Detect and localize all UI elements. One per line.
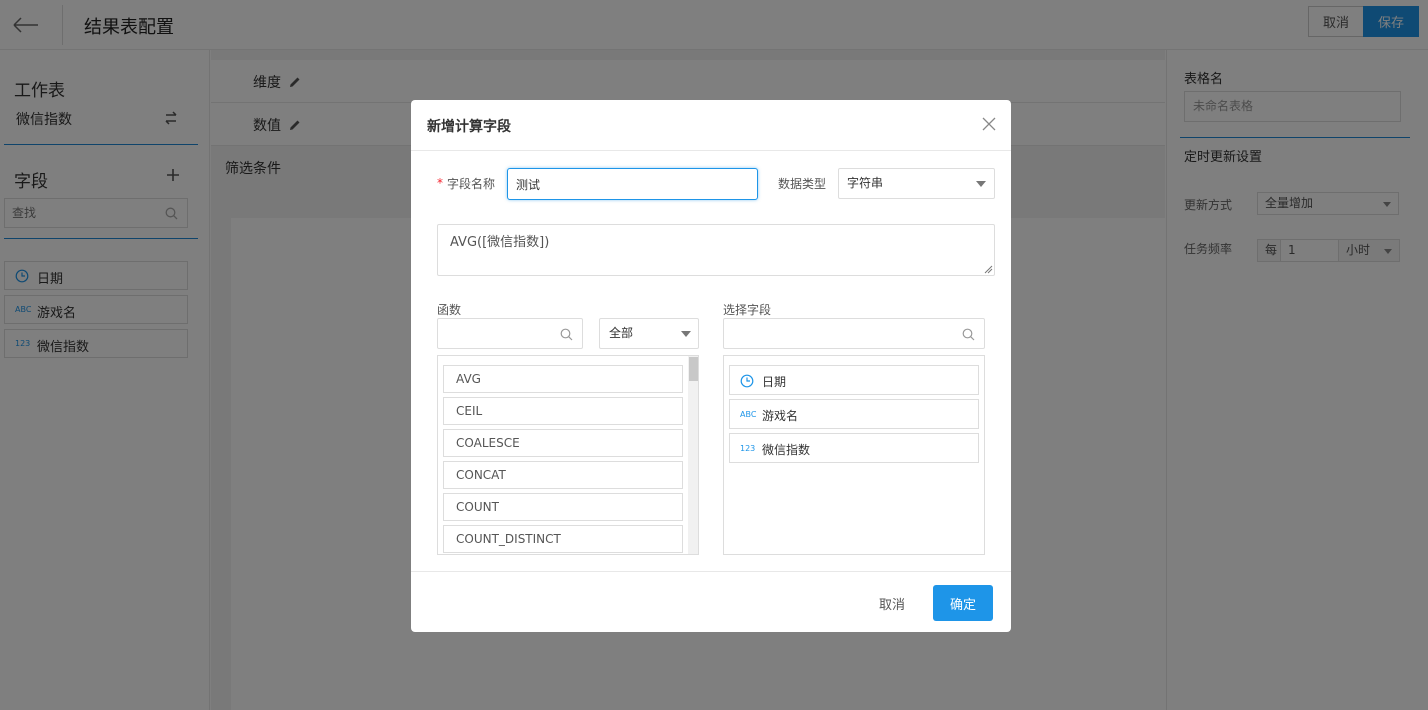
field-name-input[interactable] xyxy=(507,168,758,200)
function-item-coalesce[interactable]: COALESCE xyxy=(443,429,683,457)
select-field-label: 选择字段 xyxy=(723,303,772,317)
dialog-cancel-button[interactable]: 取消 xyxy=(867,586,917,620)
dialog-title: 新增计算字段 xyxy=(427,119,511,135)
field-name-label: 字段名称 xyxy=(447,177,496,191)
field-label: 日期 xyxy=(762,375,787,389)
dialog-footer: 取消 确定 xyxy=(411,571,1011,632)
select-field-item-wechat-index[interactable]: 123 微信指数 xyxy=(729,433,979,463)
data-type-value: 字符串 xyxy=(847,176,884,190)
function-item-count-distinct[interactable]: COUNT_DISTINCT xyxy=(443,525,683,553)
resize-handle-icon[interactable] xyxy=(984,265,993,274)
dialog-ok-button[interactable]: 确定 xyxy=(933,585,993,621)
functions-label: 函数 xyxy=(437,303,462,317)
scrollbar-thumb[interactable] xyxy=(689,357,698,381)
number-icon: 123 xyxy=(740,444,756,453)
abc-icon: ABC xyxy=(740,410,757,419)
data-type-label: 数据类型 xyxy=(778,177,827,191)
field-label: 微信指数 xyxy=(762,443,811,457)
function-list-scrollbar[interactable] xyxy=(688,356,698,554)
field-search-input[interactable] xyxy=(724,319,954,348)
data-type-select[interactable]: 字符串 xyxy=(838,168,995,199)
function-item-concat[interactable]: CONCAT xyxy=(443,461,683,489)
function-search-input[interactable] xyxy=(438,319,553,348)
clock-icon xyxy=(740,374,754,388)
function-item-count[interactable]: COUNT xyxy=(443,493,683,521)
dialog-header: 新增计算字段 xyxy=(411,100,1011,151)
close-icon[interactable] xyxy=(981,116,997,132)
function-item-ceil[interactable]: CEIL xyxy=(443,397,683,425)
select-field-list: 日期 ABC 游戏名 123 微信指数 xyxy=(723,355,985,555)
function-item-avg[interactable]: AVG xyxy=(443,365,683,393)
function-category-value: 全部 xyxy=(609,326,634,340)
function-search xyxy=(437,318,583,349)
expression-editor[interactable]: AVG([微信指数]) xyxy=(437,224,995,276)
add-calculated-field-dialog: 新增计算字段 * 字段名称 数据类型 字符串 AVG([微信指数]) 函数 选择… xyxy=(411,100,1011,632)
chevron-down-icon xyxy=(976,181,986,187)
search-icon xyxy=(560,328,573,341)
search-icon xyxy=(962,328,975,341)
select-field-item-game-name[interactable]: ABC 游戏名 xyxy=(729,399,979,429)
function-category-select[interactable]: 全部 xyxy=(599,318,699,349)
select-field-item-date[interactable]: 日期 xyxy=(729,365,979,395)
field-search xyxy=(723,318,985,349)
required-mark: * xyxy=(437,176,443,190)
field-label: 游戏名 xyxy=(762,409,799,423)
chevron-down-icon xyxy=(681,331,691,337)
function-list: AVG CEIL COALESCE CONCAT COUNT COUNT_DIS… xyxy=(437,355,699,555)
